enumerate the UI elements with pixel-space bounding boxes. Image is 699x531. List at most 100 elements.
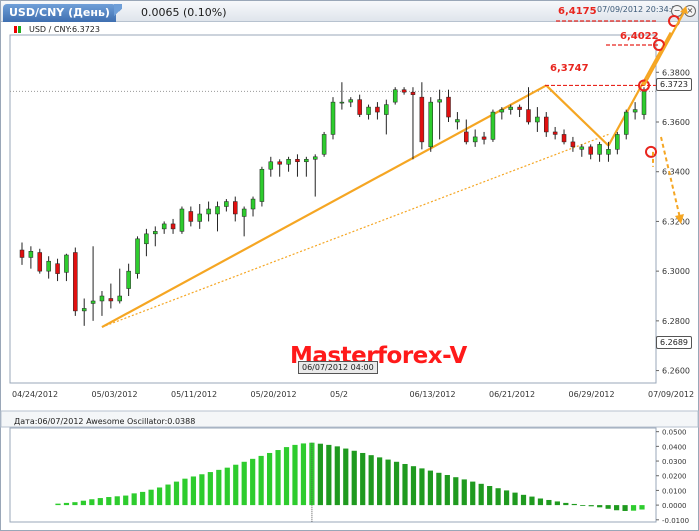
- target-label-1: 6,4175: [558, 6, 597, 17]
- ao-bar: [148, 489, 154, 506]
- ao-bar: [351, 450, 357, 506]
- bear-candle: [401, 89, 407, 93]
- x-tick-label: 05/11/2012: [171, 390, 217, 399]
- ao-bar: [258, 455, 264, 506]
- ao-bar: [275, 450, 281, 506]
- bull-candle: [428, 101, 433, 148]
- ao-bar: [207, 472, 213, 506]
- bull-candle: [606, 149, 611, 155]
- bull-candle: [268, 161, 274, 170]
- bull-candle: [117, 295, 122, 302]
- bull-candle: [215, 206, 220, 215]
- ao-bar: [393, 461, 400, 506]
- bull-candle: [348, 99, 354, 103]
- bear-candle: [552, 131, 558, 135]
- bull-candle: [28, 251, 34, 258]
- ao-bar: [173, 481, 180, 506]
- bull-candle: [144, 233, 149, 245]
- current-price-tag: 6.3723: [656, 78, 692, 91]
- bull-candle: [597, 144, 602, 155]
- ao-bar: [156, 487, 163, 506]
- bear-candle: [481, 136, 487, 140]
- bear-candle: [419, 96, 425, 143]
- bull-candle: [615, 134, 620, 150]
- ao-bar: [571, 503, 577, 506]
- ao-y-tick-label: 0.0400: [662, 443, 687, 451]
- bear-candle: [55, 263, 60, 274]
- bear-candle: [526, 109, 531, 123]
- bull-candle: [455, 119, 460, 123]
- bull-candle: [250, 198, 256, 210]
- bear-candle: [446, 96, 451, 118]
- bear-candle: [464, 131, 469, 143]
- y-tick-label: 6.3600: [662, 118, 690, 127]
- bull-candle: [472, 136, 478, 143]
- ao-bar: [478, 483, 484, 506]
- ao-bar: [89, 499, 95, 506]
- bull-candle: [321, 134, 327, 155]
- bear-candle: [588, 146, 593, 155]
- bull-candle: [99, 295, 105, 302]
- ao-bar: [427, 470, 434, 506]
- x-tick-label: 05/20/2012: [251, 390, 297, 399]
- ao-bar: [334, 446, 340, 506]
- bear-candle: [561, 134, 567, 143]
- bear-candle: [295, 159, 300, 163]
- bull-candle: [241, 208, 247, 217]
- ao-bar: [283, 447, 290, 506]
- ao-y-tick-label: 0.0500: [662, 429, 687, 437]
- ao-bar: [410, 466, 417, 506]
- bear-candle: [19, 249, 25, 258]
- x-tick-label: 06/21/2012: [489, 390, 535, 399]
- price-plot-area: [9, 34, 657, 384]
- ao-bar: [436, 472, 442, 506]
- ao-bar: [317, 443, 323, 506]
- y-tick-label: 6.3000: [662, 267, 690, 276]
- ao-bar: [622, 505, 628, 511]
- bull-candle: [339, 101, 345, 104]
- bull-candle: [161, 223, 167, 230]
- ao-bar: [520, 494, 527, 506]
- ao-y-tick-label: 0.0300: [662, 458, 687, 466]
- x-tick-label: 06/29/2012: [569, 390, 615, 399]
- ao-bar: [224, 467, 230, 506]
- bull-candle: [641, 91, 647, 115]
- bull-candle: [46, 260, 51, 272]
- ao-bar: [444, 475, 450, 506]
- bull-candle: [392, 89, 398, 103]
- bull-candle: [135, 238, 140, 274]
- x-tick-label: 04/24/2012: [12, 390, 58, 399]
- bull-candle: [304, 159, 309, 163]
- x-tick-label: 07/09/2012: [648, 390, 694, 399]
- ao-bar: [368, 455, 374, 506]
- ao-bar: [360, 452, 366, 506]
- ao-bar: [470, 481, 476, 506]
- ao-bar: [453, 477, 459, 506]
- y-tick-label: 6.3800: [662, 68, 690, 77]
- ao-bar: [97, 498, 103, 506]
- bull-candle: [197, 213, 202, 222]
- ao-bar: [55, 503, 61, 506]
- bull-candle: [64, 254, 69, 273]
- target-label-2: 6,4022: [620, 31, 659, 42]
- ao-bar: [614, 505, 620, 511]
- x-tick-label: 05/2: [330, 390, 348, 399]
- ao-bar: [292, 444, 298, 506]
- price-chart[interactable]: 6.2600 6.2800 6.3000 6.3200 6.3400 6.3600 6.38…: [0, 0, 699, 531]
- ao-bar: [630, 505, 637, 511]
- bear-candle: [410, 91, 416, 95]
- crosshair-date: 06/07/2012 04:00: [298, 361, 378, 374]
- ao-bar: [487, 486, 493, 506]
- ao-bar: [140, 491, 146, 506]
- bull-candle: [490, 111, 496, 140]
- ao-y-tick-label: -0.0100: [662, 517, 689, 525]
- ao-bar: [639, 505, 645, 510]
- ao-bar: [554, 501, 560, 506]
- ao-bar: [419, 468, 425, 506]
- ao-bar: [537, 498, 544, 506]
- y-tick-label: 6.3400: [662, 168, 690, 177]
- projection-up-arrow-icon: [680, 6, 688, 14]
- bull-candle: [90, 300, 96, 304]
- ao-bar: [123, 495, 129, 506]
- ao-bar: [326, 444, 332, 506]
